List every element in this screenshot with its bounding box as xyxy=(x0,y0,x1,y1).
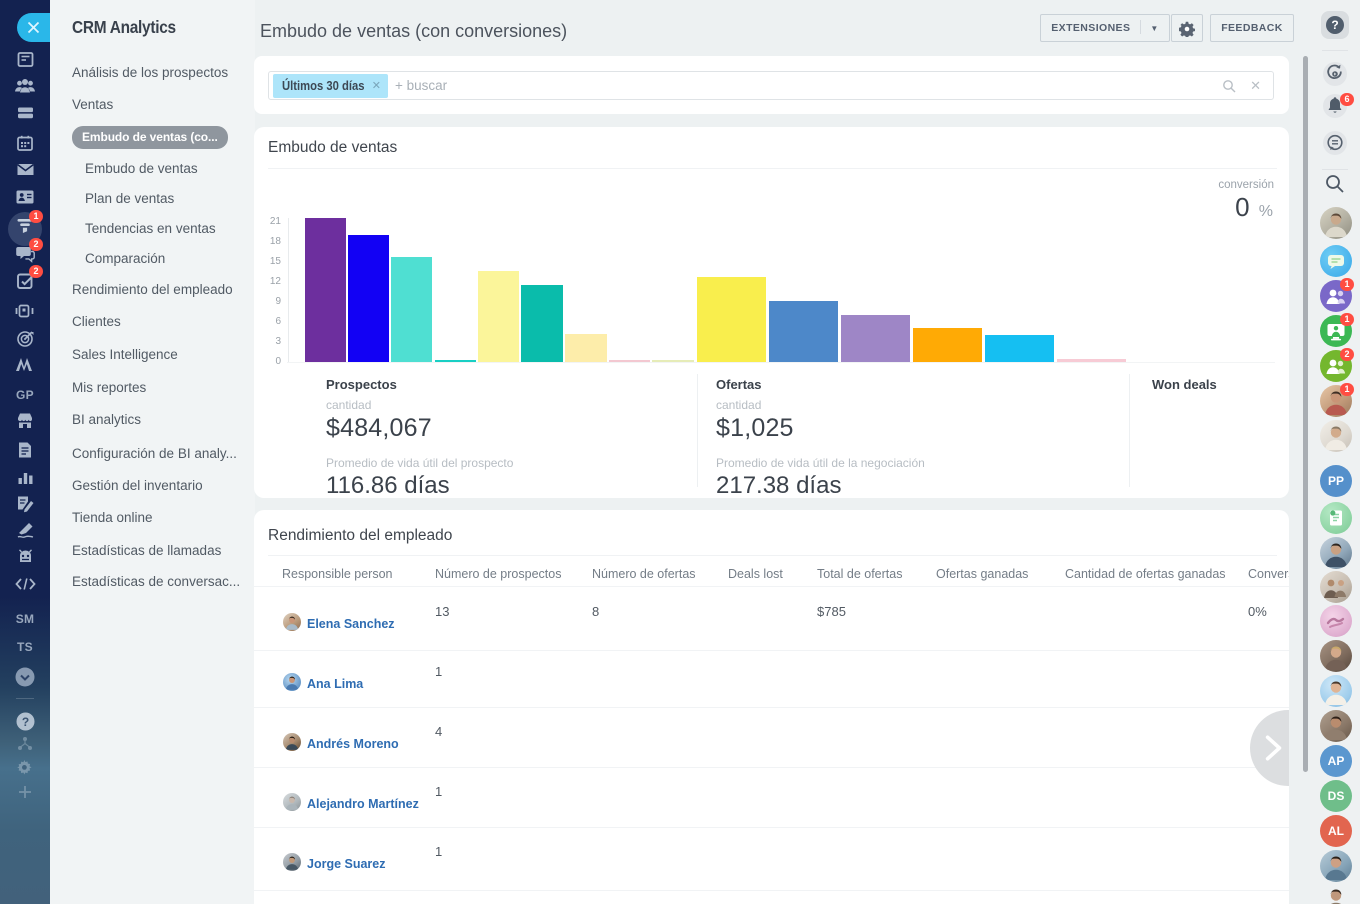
svg-text:?: ? xyxy=(21,715,28,729)
